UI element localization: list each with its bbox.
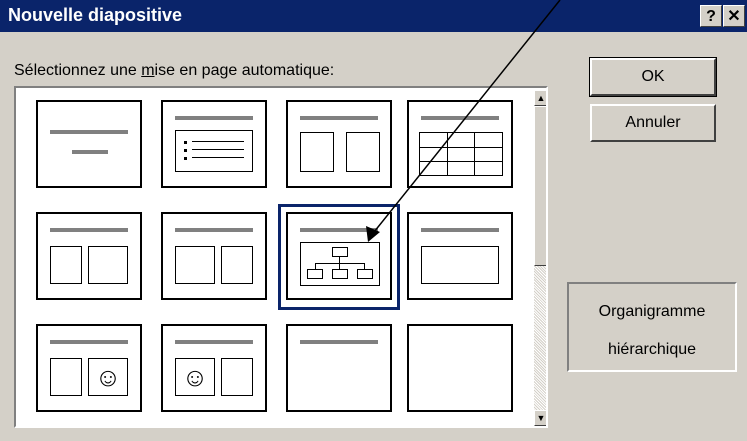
close-button[interactable]: ✕ [723, 5, 745, 27]
layout-list[interactable]: ☺ ☺ ▲ ▼ [14, 86, 548, 428]
layout-bullets[interactable] [161, 100, 267, 188]
layout-chart-text[interactable] [161, 212, 267, 300]
layout-chart[interactable] [407, 212, 513, 300]
layout-label: Sélectionnez une mise en page automatiqu… [14, 62, 334, 80]
scroll-down-button[interactable]: ▼ [534, 410, 546, 426]
title-bar: Nouvelle diapositive ? ✕ [0, 0, 747, 32]
layout-table[interactable] [407, 100, 513, 188]
help-button[interactable]: ? [700, 5, 722, 27]
layout-two-column[interactable] [286, 100, 392, 188]
scroll-thumb[interactable] [534, 106, 546, 266]
layout-title[interactable] [36, 100, 142, 188]
layout-clipart-text[interactable]: ☺ [161, 324, 267, 412]
layout-scrollbar[interactable]: ▲ ▼ [534, 90, 546, 426]
layout-description-line1: Organigramme [598, 303, 706, 320]
label-part: ise en page automatique: [154, 62, 335, 79]
dialog-window: Nouvelle diapositive ? ✕ Sélectionnez un… [0, 0, 747, 441]
ok-button[interactable]: OK [589, 57, 717, 97]
scroll-up-button[interactable]: ▲ [534, 90, 546, 106]
layout-text-clipart[interactable]: ☺ [36, 324, 142, 412]
layout-org-chart[interactable] [286, 212, 392, 300]
layout-blank[interactable] [407, 324, 513, 412]
label-mnemonic: m [141, 62, 155, 79]
layout-text-chart[interactable] [36, 212, 142, 300]
layout-title-only[interactable] [286, 324, 392, 412]
layout-description: Organigramme hiérarchique [567, 282, 737, 372]
label-part: Sélectionnez une [14, 62, 142, 79]
cancel-button[interactable]: Annuler [590, 104, 716, 142]
dialog-title: Nouvelle diapositive [8, 5, 183, 25]
layout-description-line2: hiérarchique [607, 341, 697, 358]
